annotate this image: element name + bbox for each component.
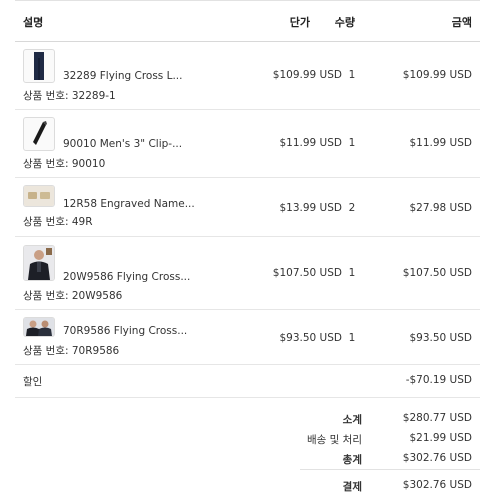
line-amount: $27.98 USD <box>409 202 472 214</box>
nameplate-icon[interactable] <box>23 185 55 207</box>
header-description: 설명 <box>23 16 44 29</box>
header-quantity: 수량 <box>334 16 355 29</box>
quantity: 1 <box>348 69 356 81</box>
jacket-photo-icon[interactable] <box>23 245 55 281</box>
quantity: 1 <box>348 332 356 344</box>
discount-amount: -$70.19 USD <box>405 374 472 386</box>
subtotal-value: $280.77 USD <box>402 412 472 424</box>
unit-price: $107.50 USD <box>272 267 342 279</box>
order-summary: 설명 단가 수량 금액 32289 Flying Cross L... 상품 번… <box>0 0 500 500</box>
quantity: 2 <box>348 202 356 214</box>
total-value: $302.76 USD <box>402 452 472 464</box>
payment-label: 결제 <box>342 481 362 493</box>
quantity: 1 <box>348 267 356 279</box>
product-name[interactable]: 90010 Men's 3" Clip-... <box>63 138 182 150</box>
divider <box>300 469 480 470</box>
item-number: 상품 번호: 49R <box>23 216 93 228</box>
line-amount: $11.99 USD <box>409 137 472 149</box>
product-name[interactable]: 32289 Flying Cross L... <box>63 70 182 82</box>
unit-price: $13.99 USD <box>279 202 342 214</box>
line-amount: $109.99 USD <box>402 69 472 81</box>
shipping-label: 배송 및 처리 <box>307 434 362 446</box>
item-number: 상품 번호: 90010 <box>23 158 106 170</box>
table-row: 20W9586 Flying Cross... 상품 번호: 20W9586 $… <box>15 237 480 310</box>
product-name[interactable]: 20W9586 Flying Cross... <box>63 271 190 283</box>
line-amount: $107.50 USD <box>402 267 472 279</box>
item-number: 상품 번호: 20W9586 <box>23 290 123 302</box>
payment-value: $302.76 USD <box>402 479 472 491</box>
table-row: 32289 Flying Cross L... 상품 번호: 32289-1 $… <box>15 42 480 110</box>
unit-price: $109.99 USD <box>272 69 342 81</box>
unit-price: $93.50 USD <box>279 332 342 344</box>
jacket-photo-icon[interactable] <box>23 317 55 337</box>
item-number: 상품 번호: 70R9586 <box>23 345 120 357</box>
pants-icon[interactable] <box>23 49 55 83</box>
table-row: 90010 Men's 3" Clip-... 상품 번호: 90010 $11… <box>15 110 480 178</box>
discount-row: 할인 -$70.19 USD <box>15 365 480 398</box>
item-number: 상품 번호: 32289-1 <box>23 90 116 102</box>
line-amount: $93.50 USD <box>409 332 472 344</box>
tie-icon[interactable] <box>23 117 55 151</box>
unit-price: $11.99 USD <box>279 137 342 149</box>
divider <box>15 0 480 1</box>
subtotal-label: 소계 <box>342 414 362 426</box>
table-row: 12R58 Engraved Name... 상품 번호: 49R $13.99… <box>15 178 480 237</box>
shipping-value: $21.99 USD <box>409 432 472 444</box>
table-row: 70R9586 Flying Cross... 상품 번호: 70R9586 $… <box>15 310 480 365</box>
quantity: 1 <box>348 137 356 149</box>
header-amount: 금액 <box>451 16 472 29</box>
product-name[interactable]: 70R9586 Flying Cross... <box>63 325 187 337</box>
header-unit-price: 단가 <box>289 16 310 29</box>
discount-label: 할인 <box>23 376 43 388</box>
product-name[interactable]: 12R58 Engraved Name... <box>63 198 195 210</box>
total-label: 총계 <box>342 454 362 466</box>
